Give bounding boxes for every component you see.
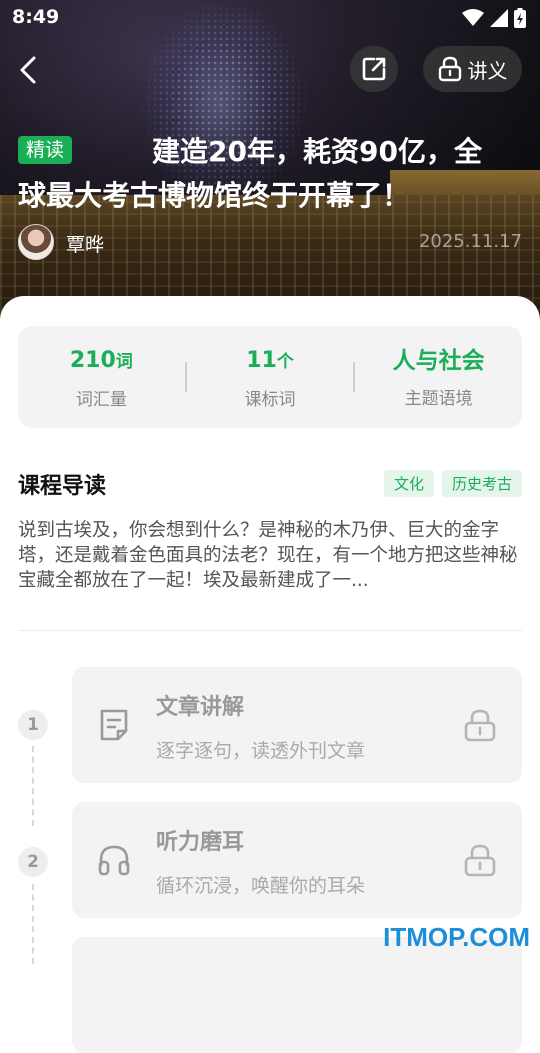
step-card-article-explanation[interactable]: 文章讲解 逐字逐句，读透外刊文章 <box>72 667 522 783</box>
wifi-icon <box>462 9 484 26</box>
lock-icon <box>438 56 461 82</box>
stat-curriculum-words: 11个 课标词 <box>187 345 354 410</box>
article-title-block: 精读 建造20年，耗资90亿，全球最大考古博物馆终于开幕了！ <box>18 130 508 218</box>
publish-date: 2025.11.17 <box>418 231 522 252</box>
battery-icon <box>514 8 526 28</box>
course-intro-header: 课程导读 文化 历史考古 <box>18 468 522 499</box>
stat-value: 210 <box>69 347 116 373</box>
status-time: 8:49 <box>12 6 60 28</box>
author-row: 覃晔 2025.11.17 <box>18 222 522 262</box>
step-subtitle: 逐字逐句，读透外刊文章 <box>156 740 366 762</box>
document-icon <box>100 709 128 741</box>
stat-vocabulary: 210词 词汇量 <box>18 345 185 410</box>
step-title: 文章讲解 <box>156 695 245 720</box>
lock-icon <box>464 709 496 742</box>
step-connector <box>32 746 34 826</box>
chevron-left-icon <box>20 56 36 84</box>
step-number: 2 <box>18 847 48 877</box>
back-button[interactable] <box>8 48 48 92</box>
author-name[interactable]: 覃晔 <box>66 230 104 257</box>
stat-value: 人与社会 <box>392 347 485 374</box>
tag-history-archaeology[interactable]: 历史考古 <box>441 470 522 497</box>
lock-icon <box>464 844 496 877</box>
content-sheet: 210词 词汇量 11个 课标词 人与社会 主题语境 课程导读 文化 历史考古 … <box>0 296 540 1053</box>
avatar[interactable] <box>18 224 54 260</box>
stat-label: 课标词 <box>244 389 296 410</box>
notes-label: 讲义 <box>467 58 508 83</box>
tag-culture[interactable]: 文化 <box>383 470 434 497</box>
signal-icon <box>490 9 508 27</box>
stat-label: 主题语境 <box>404 388 473 409</box>
stats-panel: 210词 词汇量 11个 课标词 人与社会 主题语境 <box>18 326 522 428</box>
headphones-icon <box>98 845 130 876</box>
stat-unit: 个 <box>276 351 294 372</box>
step-connector <box>32 884 34 964</box>
course-intro-text[interactable]: 说到古埃及，你会想到什么？是神秘的木乃伊、巨大的金字塔，还是戴着金色面具的法老？… <box>18 518 524 593</box>
stat-unit: 词 <box>115 351 133 372</box>
step-card-listening[interactable]: 听力磨耳 循环沉浸，唤醒你的耳朵 <box>72 802 522 918</box>
status-bar: 8:49 <box>0 0 540 36</box>
course-intro-title: 课程导读 <box>18 474 107 499</box>
stat-theme: 人与社会 主题语境 <box>355 346 522 409</box>
topic-tags: 文化 历史考古 <box>383 470 522 497</box>
watermark: ITMOP.COM <box>383 922 530 952</box>
notes-button[interactable]: 讲义 <box>423 46 522 92</box>
divider <box>18 630 522 631</box>
stat-value: 11 <box>246 347 277 373</box>
step-title: 听力磨耳 <box>156 830 245 855</box>
step-subtitle: 循环沉浸，唤醒你的耳朵 <box>156 875 366 897</box>
step-card-next[interactable] <box>72 937 522 1053</box>
share-button[interactable] <box>350 46 398 92</box>
step-number: 1 <box>18 710 48 740</box>
share-icon <box>362 57 386 81</box>
article-title: 建造20年，耗资90亿，全球最大考古博物馆终于开幕了！ <box>18 135 482 212</box>
stat-label: 词汇量 <box>75 389 127 410</box>
intensive-reading-badge: 精读 <box>18 136 73 164</box>
